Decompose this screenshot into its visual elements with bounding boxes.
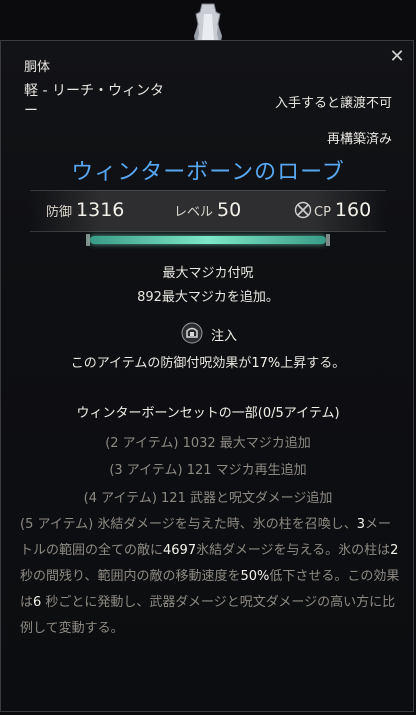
bonus5-text-6: 秒ごとに発動し、武器ダメージと呪文ダメージの高い方に比例して変動する。 [20, 595, 396, 636]
bonus5-damage: 4697 [163, 543, 197, 558]
level-label: レベル [174, 205, 214, 220]
item-name: ウィンターボーンのローブ [71, 160, 345, 185]
set-bonus-5: (5 アイテム) 氷結ダメージを与えた時、氷の柱を召喚し、3メートルの範囲の全て… [20, 512, 400, 642]
bonus5-snare: 50% [240, 569, 270, 584]
infusion-value: 17% [251, 356, 281, 371]
reconstructed-status: 再構築済み [326, 132, 392, 147]
close-icon[interactable]: ✕ [388, 48, 406, 66]
set-bonus-2: (2 アイテム) 1032 最大マジカ追加 [105, 436, 311, 451]
set-header: ウィンターボーンセットの一部(0/5アイテム) [76, 406, 340, 421]
infusion-icon [181, 322, 203, 344]
item-weight-style: 軽 - リーチ・ウィンタ [24, 83, 164, 99]
bonus5-radius: 3 [356, 517, 366, 532]
set-bonus-3: (3 アイテム) 121 マジカ再生追加 [109, 463, 307, 478]
bind-status: 入手すると譲渡不可 [274, 96, 392, 111]
armor-value: 1316 [76, 199, 125, 221]
armor-label: 防御 [46, 205, 73, 220]
champion-point-icon [294, 201, 312, 219]
enchant-title: 最大マジカ付呪 [162, 266, 254, 281]
enchant-description: 892最大マジカを追加。 [0, 286, 416, 305]
item-slot: 胴体 [24, 60, 51, 75]
cp-stat: CP 160 [294, 199, 371, 221]
enchant-text: 最大マジカを追加。 [161, 290, 279, 305]
bonus5-text-4: 秒の間残り、範囲内の敵の移動速度を [20, 569, 241, 584]
bonus5-duration: 2 [390, 543, 399, 558]
armor-stat: 防御 1316 [46, 199, 124, 221]
infusion-text-a: このアイテムの防御付呪効果が [70, 356, 252, 371]
cp-value: 160 [334, 199, 372, 221]
cp-label: CP [314, 205, 331, 220]
bonus5-text-3: 氷結ダメージを与える。氷の柱は [196, 543, 391, 558]
infusion-text-b: 上昇する。 [280, 356, 346, 371]
condition-bar-cap-right [326, 234, 330, 246]
set-bonus-4: (4 アイテム) 121 武器と呪文ダメージ追加 [83, 491, 333, 506]
item-weight-style-cont: ー [24, 103, 38, 119]
bonus5-text-1: (5 アイテム) 氷結ダメージを与えた時、氷の柱を召喚し、 [20, 517, 357, 532]
level-stat: レベル 50 [174, 199, 241, 221]
enchant-value: 892 [137, 290, 162, 305]
condition-bar [90, 236, 326, 244]
infusion-label: 注入 [211, 329, 238, 344]
infusion-description: このアイテムの防御付呪効果が17%上昇する。 [0, 352, 416, 371]
level-value: 50 [217, 199, 242, 221]
